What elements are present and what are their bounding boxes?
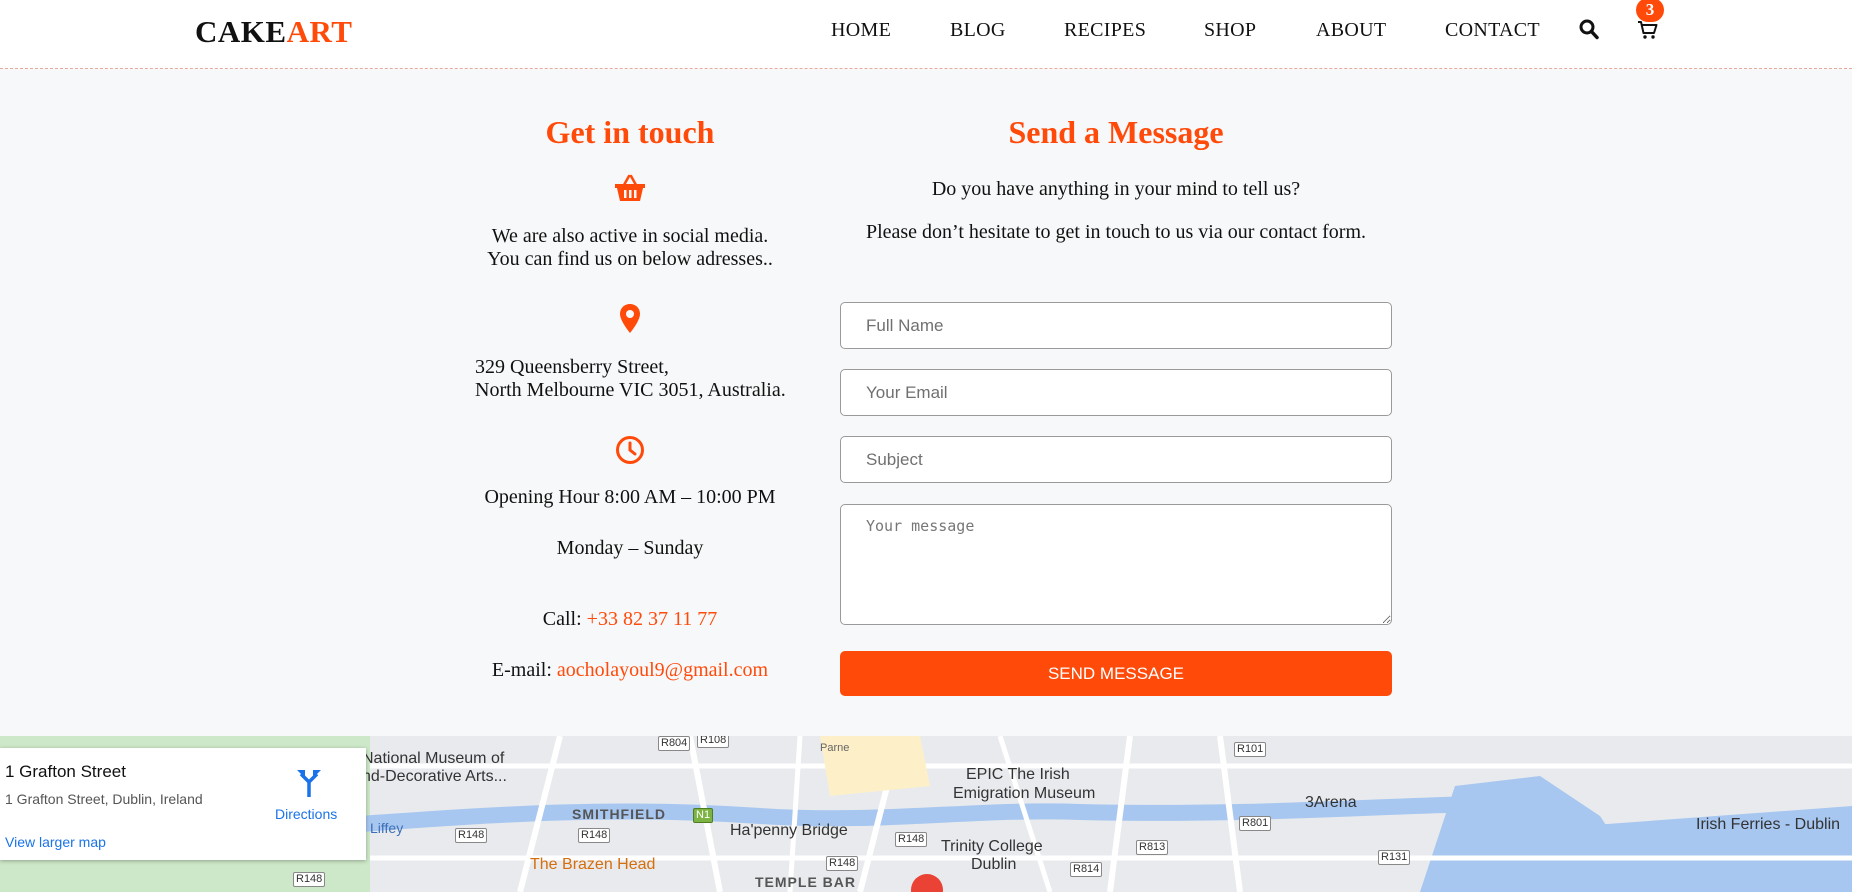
cart-icon[interactable]	[1637, 20, 1659, 40]
map-label-trinity-1: Trinity College	[941, 838, 1043, 855]
email-input[interactable]	[840, 369, 1392, 416]
map-label-brazen-head: The Brazen Head	[530, 856, 656, 873]
email-link[interactable]: aocholayoul9@gmail.com	[557, 659, 768, 681]
map-road-n1: N1	[693, 808, 714, 823]
address-line1: 329 Queensberry Street,	[475, 356, 669, 378]
opening-days: Monday – Sunday	[556, 537, 704, 559]
map-road-r804: R804	[658, 736, 691, 751]
map-label-liffey: Liffey	[370, 820, 404, 836]
full-name-input[interactable]	[840, 302, 1392, 349]
nav-contact[interactable]: CONTACT	[1445, 19, 1540, 42]
map-label-smithfield: SMITHFIELD	[572, 806, 666, 822]
map-road-r131: R131	[1378, 850, 1411, 865]
directions-icon[interactable]	[296, 768, 322, 798]
phone-link[interactable]: +33 82 37 11 77	[587, 608, 718, 630]
nav-recipes[interactable]: RECIPES	[1064, 19, 1146, 42]
form-intro-1: Do you have anything in your mind to tel…	[931, 178, 1301, 200]
map-label-temple-bar: TEMPLE BAR	[755, 874, 856, 890]
message-textarea[interactable]	[840, 504, 1392, 625]
email-line: E-mail: aocholayoul9@gmail.com	[430, 658, 830, 682]
map-place-address: 1 Grafton Street, Dublin, Ireland	[5, 791, 203, 807]
map-road-r148-d: R148	[826, 856, 859, 871]
cart-count-badge: 3	[1636, 0, 1664, 22]
site-header: CAKEART HOME BLOG RECIPES SHOP ABOUT CON…	[0, 0, 1852, 69]
map-road-r813: R813	[1136, 840, 1169, 855]
map-road-r814: R814	[1070, 862, 1103, 877]
phone-line: Call: +33 82 37 11 77	[430, 607, 830, 631]
form-title: Send a Message	[1008, 114, 1224, 150]
map-label-3arena: 3Arena	[1305, 794, 1357, 811]
map-road-r148-e: R148	[293, 872, 326, 887]
address-line2: North Melbourne VIC 3051, Australia.	[475, 379, 786, 401]
logo-part1: CAKE	[195, 14, 287, 49]
map-place-card: 1 Grafton Street 1 Grafton Street, Dubli…	[0, 748, 366, 860]
social-text-line1: We are also active in social media.	[491, 225, 769, 247]
map-label-parnell: Parne	[820, 742, 850, 754]
map-label-museum-2: nd-Decorative Arts...	[362, 768, 507, 785]
clock-icon	[616, 436, 644, 464]
directions-link[interactable]: Directions	[275, 806, 337, 822]
phone-label: Call:	[542, 608, 587, 630]
map-label-trinity-2: Dublin	[971, 856, 1017, 873]
embedded-map[interactable]: National Museum of nd-Decorative Arts...…	[0, 736, 1852, 892]
nav-home[interactable]: HOME	[831, 19, 891, 42]
nav-shop[interactable]: SHOP	[1204, 19, 1256, 42]
map-road-r148-a: R148	[455, 828, 488, 843]
map-label-epic-2: Emigration Museum	[953, 785, 1096, 802]
nav-about[interactable]: ABOUT	[1316, 19, 1386, 42]
map-road-r108: R108	[697, 736, 730, 748]
map-road-r101: R101	[1234, 742, 1267, 757]
send-message-button[interactable]: SEND MESSAGE	[840, 651, 1392, 696]
site-logo[interactable]: CAKEART	[195, 14, 352, 50]
view-larger-map-link[interactable]: View larger map	[5, 834, 106, 850]
map-label-museum-1: National Museum of	[362, 750, 505, 767]
map-road-r801: R801	[1239, 816, 1272, 831]
map-road-r148-c: R148	[895, 832, 928, 847]
map-road-r148-b: R148	[578, 828, 611, 843]
contact-title: Get in touch	[545, 114, 715, 150]
logo-part2: ART	[286, 14, 353, 49]
form-intro-2: Please don’t hesitate to get in touch to…	[865, 221, 1367, 243]
map-place-title: 1 Grafton Street	[5, 762, 126, 781]
social-text-line2: You can find us on below adresses..	[487, 248, 773, 270]
map-label-epic-1: EPIC The Irish	[966, 766, 1070, 783]
subject-input[interactable]	[840, 436, 1392, 483]
map-label-irish-ferries: Irish Ferries - Dublin	[1696, 816, 1841, 833]
basket-icon	[615, 174, 645, 201]
email-label: E-mail:	[491, 659, 557, 681]
location-pin-icon	[620, 304, 640, 333]
map-label-hapenny: Ha'penny Bridge	[730, 822, 848, 839]
opening-hours: Opening Hour 8:00 AM – 10:00 PM	[484, 486, 776, 508]
search-icon[interactable]	[1579, 19, 1599, 40]
nav-blog[interactable]: BLOG	[950, 19, 1006, 42]
